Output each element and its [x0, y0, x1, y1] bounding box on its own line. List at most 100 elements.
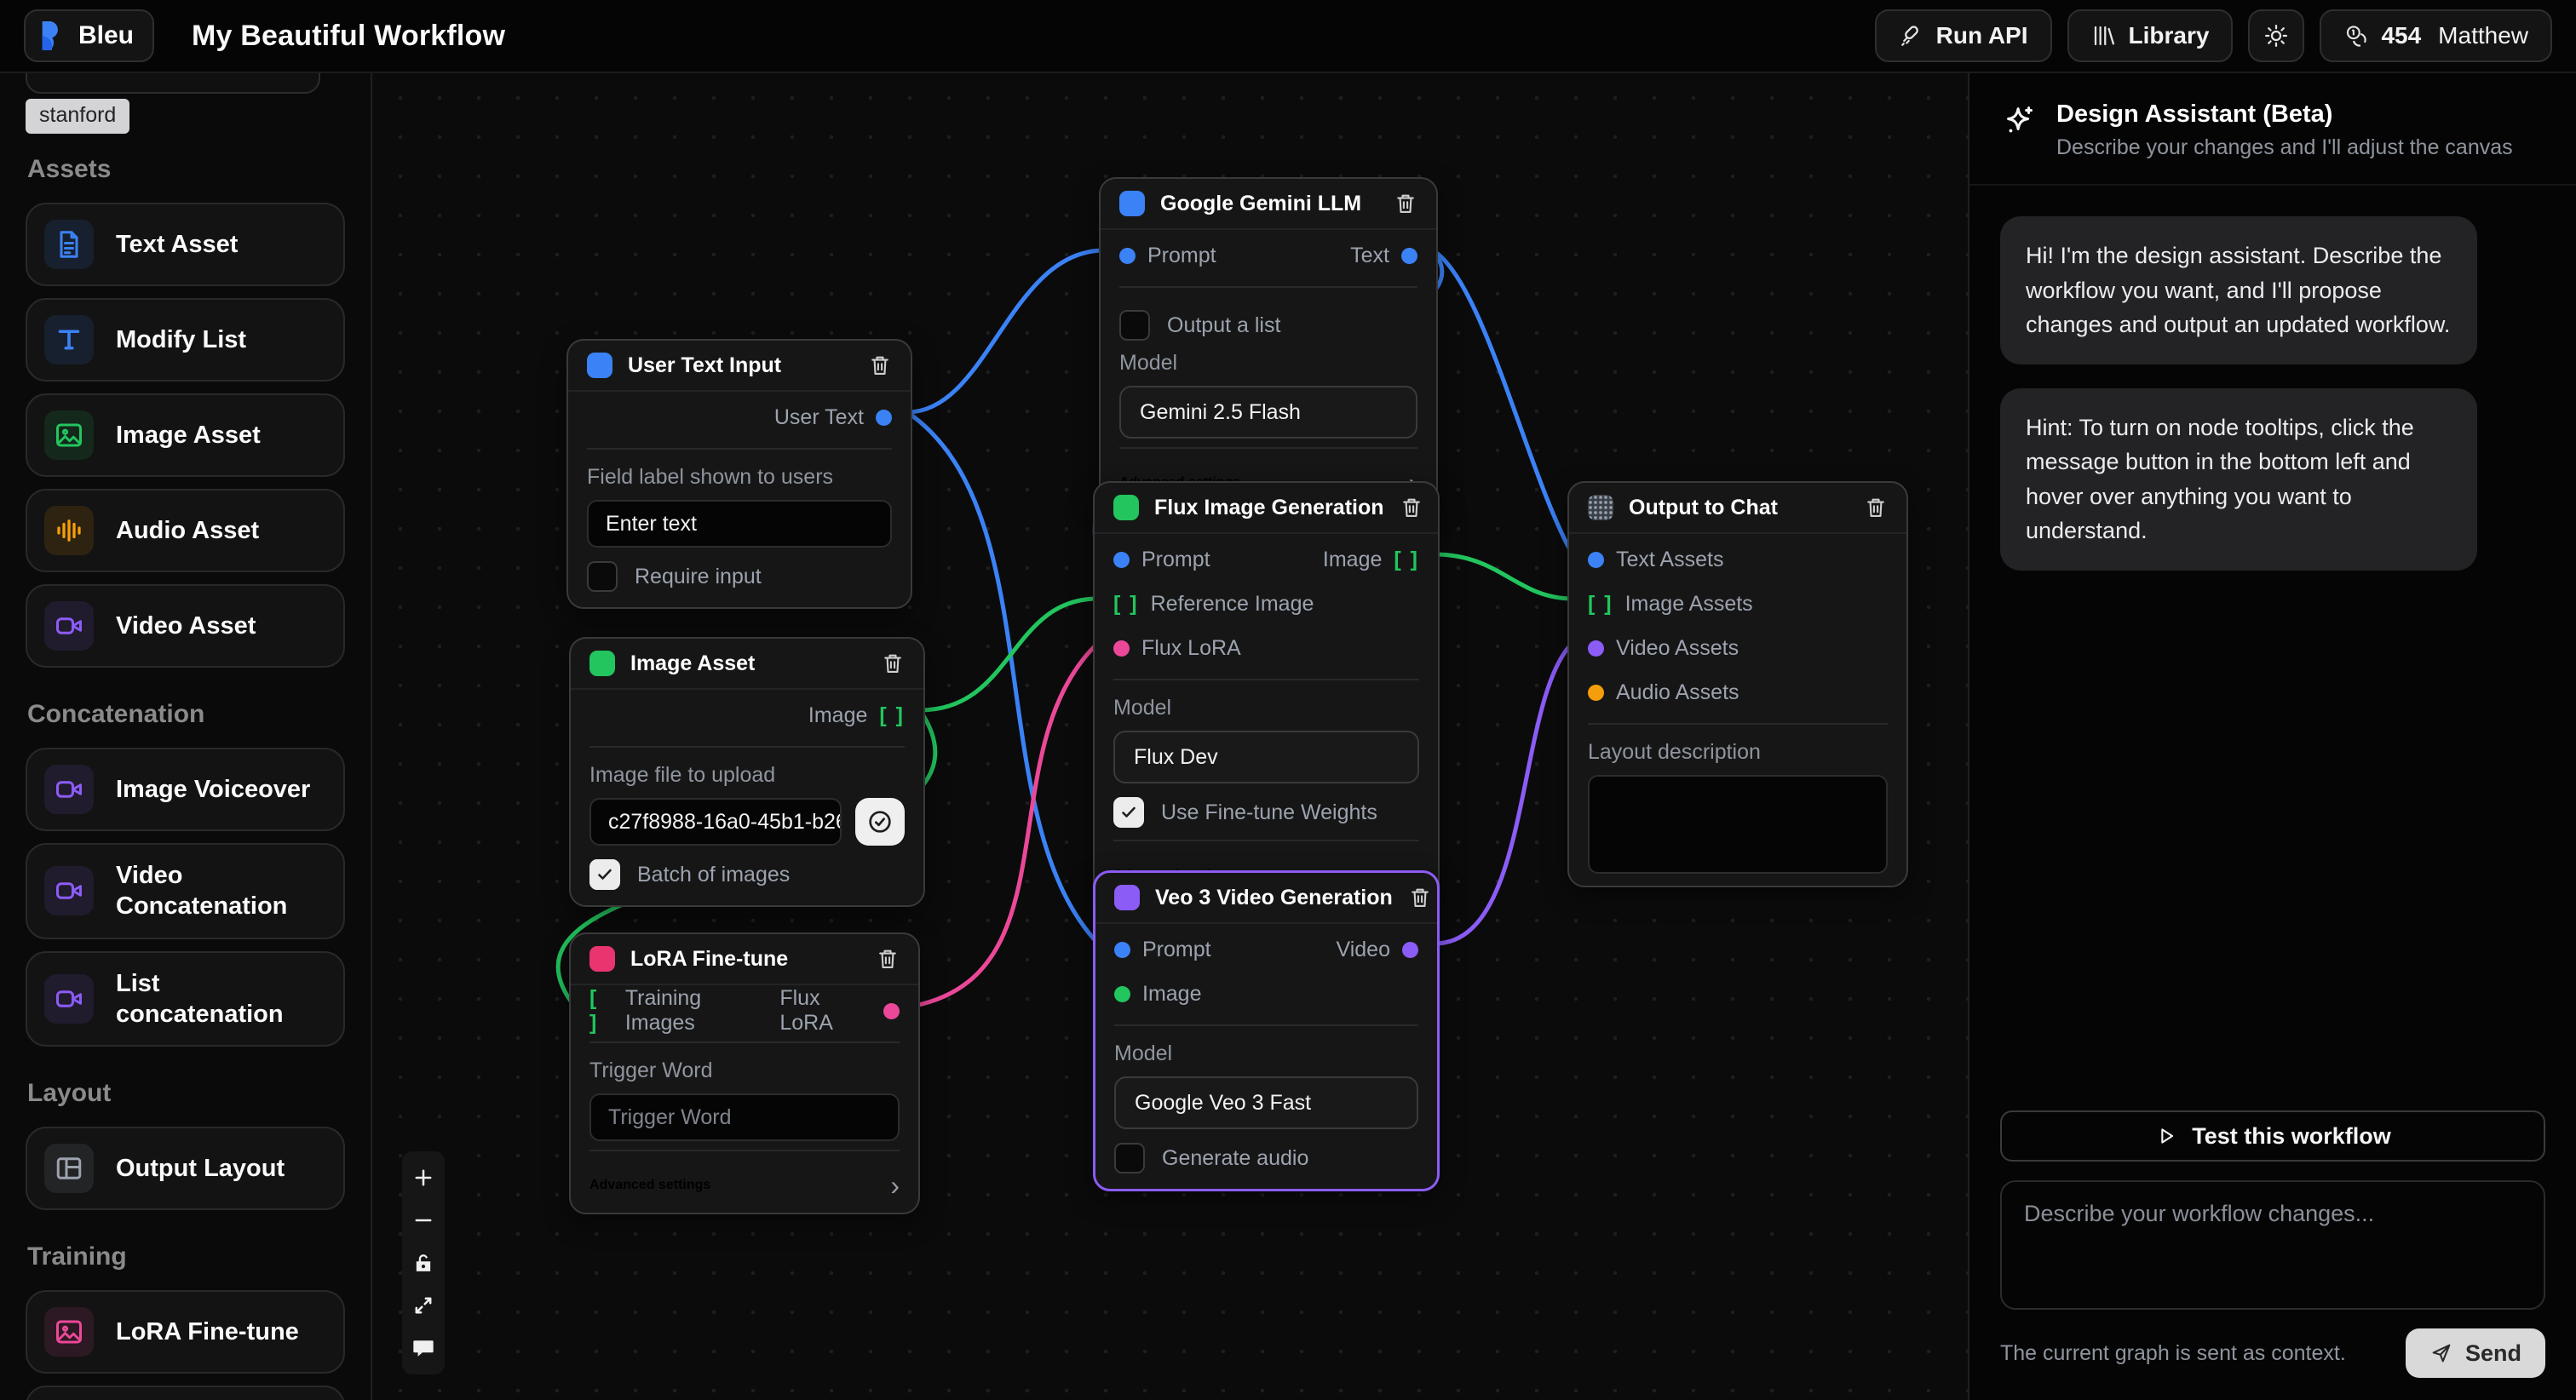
node-title: User Text Input [628, 353, 781, 378]
port-bracket[interactable]: [ ] [589, 986, 613, 1036]
port-bracket[interactable]: [ ] [879, 703, 905, 728]
node-flux-image-generation[interactable]: Flux Image Generation PromptImage[ ][ ]R… [1093, 481, 1440, 904]
sidebar-item-video-asset[interactable]: Video Asset [26, 584, 345, 668]
comments-button[interactable] [402, 1327, 445, 1369]
node-header[interactable]: Output to Chat [1569, 483, 1906, 534]
sidebar-item-image-asset[interactable]: Image Asset [26, 393, 345, 477]
audio-icon [44, 506, 94, 555]
port-dot[interactable] [1114, 942, 1130, 958]
node-header[interactable]: Flux Image Generation [1095, 483, 1438, 534]
checkbox-row[interactable]: Require input [568, 548, 911, 595]
confirm-upload-button[interactable] [855, 798, 905, 846]
node-veo-3-video-generation[interactable]: Veo 3 Video Generation PromptVideoImageM… [1093, 870, 1440, 1191]
node-output-to-chat[interactable]: Output to Chat Text Assets[ ]Image Asset… [1567, 481, 1908, 887]
port-bracket[interactable]: [ ] [1588, 592, 1613, 617]
send-button[interactable]: Send [2406, 1328, 2545, 1378]
sidebar-search-input[interactable] [26, 73, 320, 94]
test-workflow-button[interactable]: Test this workflow [2000, 1110, 2545, 1162]
port-dot[interactable] [1113, 640, 1130, 657]
port-dot[interactable] [1588, 640, 1604, 657]
sidebar-item-video-concatenation[interactable]: Video Concatenation [26, 843, 345, 939]
trash-icon[interactable] [876, 947, 900, 971]
sidebar-item-label: Output Layout [116, 1153, 285, 1184]
node-body: [ ]Training ImagesFlux LoRATrigger WordT… [571, 985, 918, 1213]
zoom-in-button[interactable] [402, 1156, 445, 1199]
node-header[interactable]: Google Gemini LLM [1101, 179, 1436, 230]
checkbox[interactable] [1119, 310, 1150, 341]
port-dot[interactable] [1402, 942, 1418, 958]
node-google-gemini-llm[interactable]: Google Gemini LLM PromptText Output a li… [1099, 177, 1438, 512]
checkbox-label: Batch of images [637, 863, 790, 887]
trash-icon[interactable] [1400, 496, 1423, 519]
sidebar-item-modify-list[interactable]: Modify List [26, 298, 345, 382]
assistant-message: Hint: To turn on node tooltips, click th… [2000, 388, 2477, 571]
fit-view-button[interactable] [402, 1284, 445, 1327]
port-dot[interactable] [1401, 248, 1417, 264]
assistant-title: Design Assistant (Beta) [2056, 100, 2513, 129]
node-lora-fine-tune[interactable]: LoRA Fine-tune [ ]Training ImagesFlux Lo… [569, 932, 920, 1214]
port-dot[interactable] [883, 1003, 900, 1019]
layout-description-textarea[interactable] [1588, 775, 1888, 874]
model-select[interactable]: Flux Dev [1113, 731, 1419, 783]
model-select[interactable]: Gemini 2.5 Flash [1119, 386, 1417, 439]
port-dot[interactable] [1588, 685, 1604, 701]
node-user-text-input[interactable]: User Text Input User TextField label sho… [566, 339, 912, 609]
checkbox-row[interactable]: Batch of images [571, 846, 923, 893]
checkbox[interactable] [587, 561, 618, 592]
run-api-button[interactable]: Run API [1875, 9, 2052, 62]
credits-user-button[interactable]: 454 Matthew [2320, 9, 2552, 62]
sidebar-item-image-voiceover[interactable]: Image Voiceover [26, 748, 345, 831]
text-input[interactable]: Enter text [587, 500, 892, 548]
logo-button[interactable]: Bleu [24, 9, 154, 62]
assistant-chat-input[interactable]: Describe your workflow changes... [2000, 1180, 2545, 1310]
node-image-asset[interactable]: Image Asset Image[ ]Image file to upload… [569, 637, 925, 907]
port-dot[interactable] [1119, 248, 1136, 264]
divider [589, 746, 905, 748]
sidebar-item-save-fine-tune[interactable]: Save Fine-tune [26, 1386, 345, 1400]
sidebar-item-list-concatenation[interactable]: List concatenation [26, 951, 345, 1047]
node-header[interactable]: User Text Input [568, 341, 911, 392]
theme-toggle-button[interactable] [2248, 9, 2304, 62]
trash-icon[interactable] [1394, 192, 1417, 215]
trash-icon[interactable] [1864, 496, 1888, 519]
checkbox[interactable] [1114, 1143, 1145, 1173]
node-header[interactable]: Veo 3 Video Generation [1095, 873, 1437, 924]
checkbox-row[interactable]: Output a list [1101, 296, 1436, 344]
port-label: Audio Assets [1616, 680, 1739, 705]
checkbox-row[interactable]: Use Fine-tune Weights [1095, 783, 1438, 831]
trash-icon[interactable] [881, 651, 905, 675]
port-bracket[interactable]: [ ] [1113, 592, 1139, 617]
sidebar-item-lora-fine-tune[interactable]: LoRA Fine-tune [26, 1290, 345, 1374]
trash-icon[interactable] [1408, 886, 1432, 909]
checkbox[interactable] [1113, 797, 1144, 828]
library-icon [2091, 23, 2117, 49]
checkbox[interactable] [589, 859, 620, 890]
advanced-settings-toggle[interactable]: Advanced settings › [571, 1160, 918, 1201]
sidebar-item-text-asset[interactable]: Text Asset [26, 203, 345, 286]
sidebar-item-audio-asset[interactable]: Audio Asset [26, 489, 345, 572]
port-dot[interactable] [1113, 552, 1130, 568]
text-input[interactable]: Trigger Word [589, 1093, 900, 1141]
node-header[interactable]: LoRA Fine-tune [571, 934, 918, 985]
port-label: Image [1142, 982, 1201, 1007]
port-bracket[interactable]: [ ] [1394, 548, 1419, 572]
port-dot[interactable] [1114, 986, 1130, 1002]
divider [589, 1041, 900, 1043]
test-workflow-label: Test this workflow [2192, 1123, 2391, 1150]
node-accent-icon [1113, 495, 1139, 520]
port-dot[interactable] [1588, 552, 1604, 568]
checkbox-row[interactable]: Generate audio [1095, 1129, 1437, 1177]
sidebar-item-output-layout[interactable]: Output Layout [26, 1127, 345, 1210]
workflow-app: User Text Input User TextField label sho… [0, 0, 2576, 1400]
model-select[interactable]: Google Veo 3 Fast [1114, 1076, 1418, 1129]
port-dot[interactable] [876, 410, 892, 426]
send-label: Send [2465, 1340, 2521, 1367]
unlock-button[interactable] [402, 1242, 445, 1284]
text-input[interactable]: c27f8988-16a0-45b1-b269-35 [589, 798, 842, 846]
node-header[interactable]: Image Asset [571, 639, 923, 690]
zoom-out-button[interactable] [402, 1199, 445, 1242]
library-button[interactable]: Library [2067, 9, 2234, 62]
sidebar-scroll-area[interactable]: AssetsText AssetModify ListImage AssetAu… [0, 123, 371, 1400]
trash-icon[interactable] [868, 353, 892, 377]
image-icon [44, 410, 94, 460]
